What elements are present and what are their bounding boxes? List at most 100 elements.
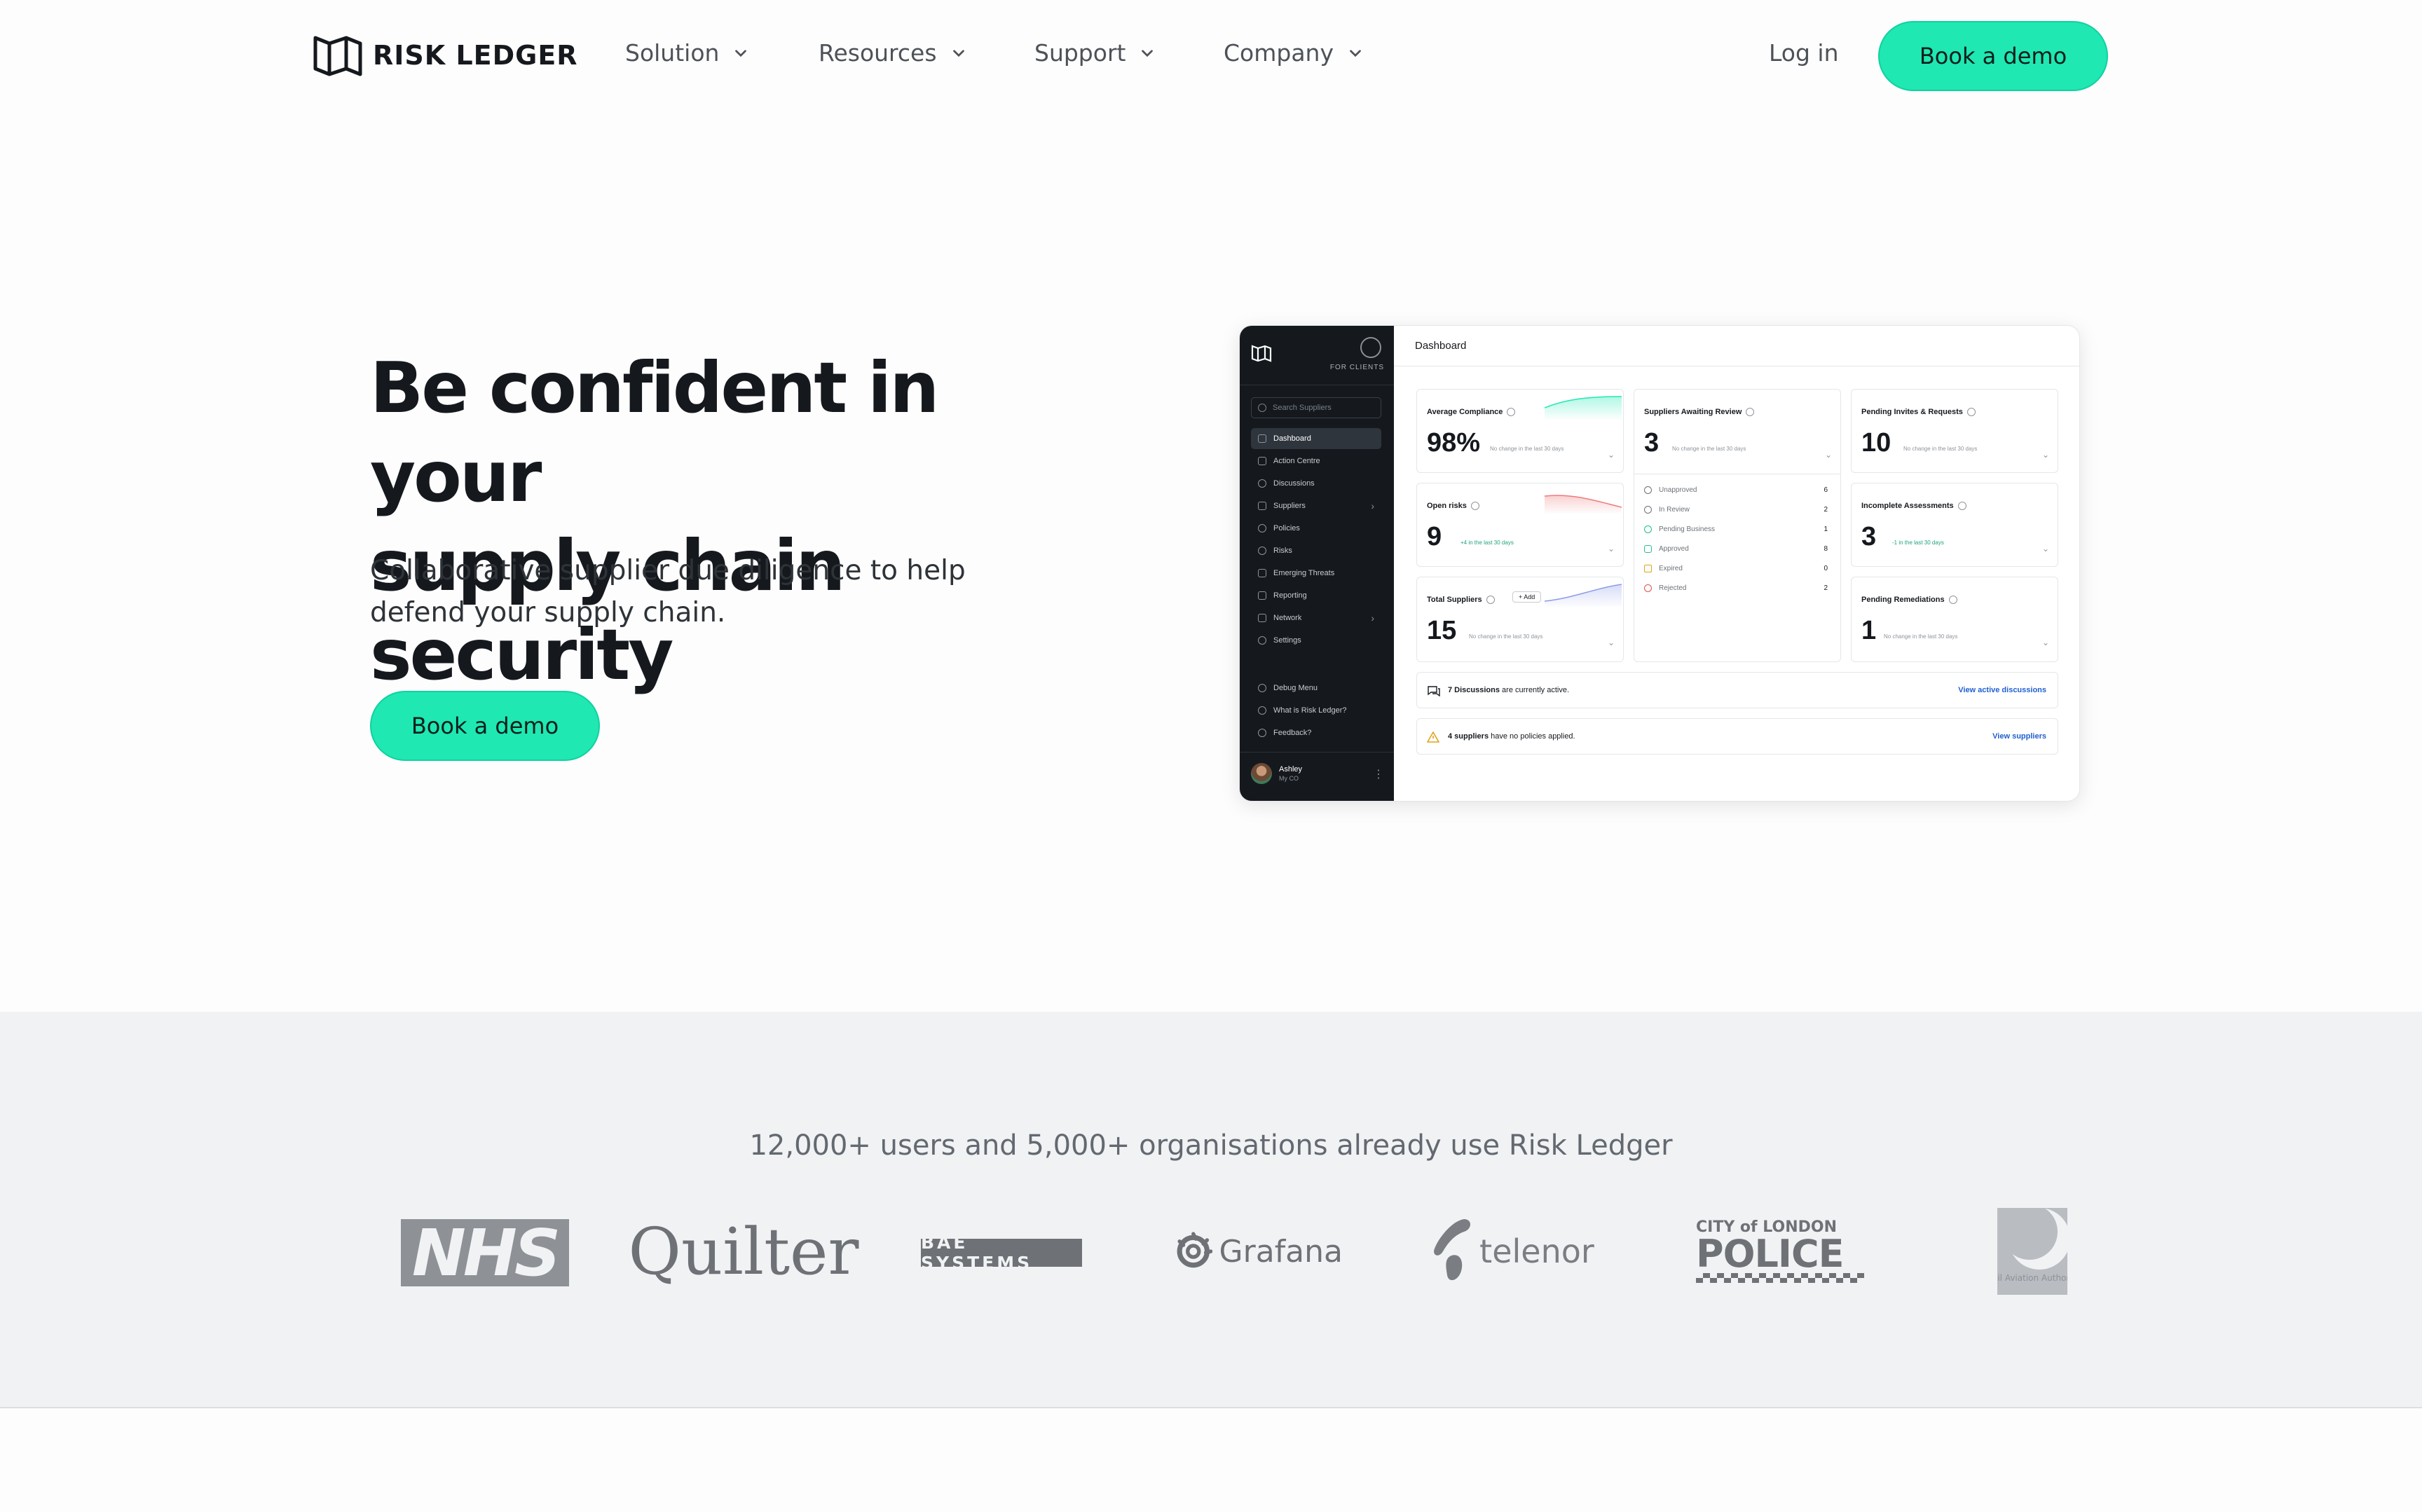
chevron-down-icon: ⌄	[1607, 450, 1615, 460]
dashboard-header: Dashboard	[1394, 326, 2079, 366]
globe-icon	[1258, 524, 1266, 532]
discussions-text: 7 Discussions are currently active.	[1448, 686, 1570, 694]
feedback-icon	[1258, 729, 1266, 737]
more-vertical-icon[interactable]: ⋮	[1373, 767, 1384, 781]
sidebar-item-settings[interactable]: Settings	[1251, 630, 1381, 651]
sidebar-item-reporting[interactable]: Reporting	[1251, 585, 1381, 606]
hero-title: Be confident in your supply chain securi…	[370, 343, 1113, 699]
status-row-in-review[interactable]: In Review 2	[1644, 506, 1828, 514]
sidebar-item-network[interactable]: Network ›	[1251, 607, 1381, 628]
view-suppliers-link[interactable]: View suppliers	[1992, 732, 2046, 741]
refresh-icon[interactable]	[1360, 337, 1381, 358]
sidebar-item-risks[interactable]: Risks	[1251, 540, 1381, 561]
sidebar-item-dashboard[interactable]: Dashboard	[1251, 428, 1381, 449]
dashboard-sidebar: FOR CLIENTS Search Suppliers Dashboard A…	[1240, 326, 1394, 801]
discussions-banner[interactable]: 7 Discussions are currently active. View…	[1416, 672, 2058, 708]
menu-resources-label: Resources	[819, 39, 937, 67]
sidebar-item-debug-menu[interactable]: Debug Menu	[1251, 678, 1381, 699]
sidebar-item-label: What is Risk Ledger?	[1273, 706, 1347, 715]
status-row-pending-business[interactable]: Pending Business 1	[1644, 525, 1828, 533]
card-average-compliance[interactable]: Average Compliance 98% No change in the …	[1416, 389, 1624, 473]
user-profile[interactable]: Ashley My CO	[1251, 763, 1302, 784]
policies-text: 4 suppliers have no policies applied.	[1448, 732, 1575, 741]
hero-subtitle: Collaborative supplier due diligence to …	[370, 550, 973, 634]
menu-solution[interactable]: Solution	[625, 39, 750, 67]
card-pending-remediations[interactable]: Pending Remediations 1 No change in the …	[1851, 577, 2058, 662]
for-clients-label: FOR CLIENTS	[1329, 364, 1384, 371]
grid-icon	[1258, 434, 1266, 443]
menu-resources[interactable]: Resources	[819, 39, 968, 67]
dashboard-preview: FOR CLIENTS Search Suppliers Dashboard A…	[1239, 325, 2080, 802]
card-value: 3	[1861, 522, 1877, 551]
menu-support-label: Support	[1034, 39, 1126, 67]
help-icon	[1470, 502, 1479, 511]
dashboard-title: Dashboard	[1415, 340, 1467, 352]
card-label: Incomplete Assessments	[1861, 502, 1966, 511]
card-pending-invites[interactable]: Pending Invites & Requests 10 No change …	[1851, 389, 2058, 473]
card-open-risks[interactable]: Open risks 9 +4 in the last 30 days ⌄	[1416, 483, 1624, 567]
gear-icon	[1258, 636, 1266, 645]
sidebar-item-action-centre[interactable]: Action Centre	[1251, 451, 1381, 472]
sidebar-item-label: Settings	[1273, 636, 1301, 645]
login-link[interactable]: Log in	[1769, 39, 1839, 67]
hero-subtitle-line2: defend your supply chain.	[370, 597, 726, 628]
caa-emblem-icon: Civil Aviation Authority	[1997, 1208, 2067, 1295]
card-label: Total Suppliers	[1427, 596, 1495, 605]
card-total-suppliers[interactable]: Total Suppliers + Add 15 No change in th…	[1416, 577, 1624, 662]
help-icon	[1258, 706, 1266, 715]
view-discussions-link[interactable]: View active discussions	[1958, 686, 2046, 694]
quilter-logo: Quilter	[628, 1214, 859, 1289]
card-value: 9	[1427, 522, 1442, 551]
help-icon	[1486, 596, 1495, 605]
card-value: 3	[1644, 428, 1660, 458]
sidebar-item-label: Network	[1273, 614, 1302, 622]
card-note: No change in the last 30 days	[1672, 446, 1746, 452]
status-row-approved[interactable]: Approved 8	[1644, 545, 1828, 553]
sidebar-item-policies[interactable]: Policies	[1251, 518, 1381, 539]
city-of-london-police-logo: CITY of LONDON POLICE	[1689, 1205, 1864, 1298]
suppliers-sparkline	[1545, 584, 1622, 608]
status-icon	[1644, 486, 1652, 494]
sidebar-item-what-is-risk-ledger[interactable]: What is Risk Ledger?	[1251, 700, 1381, 721]
hero-book-demo-button[interactable]: Book a demo	[370, 691, 600, 761]
chevron-down-icon: ⌄	[2041, 638, 2049, 647]
supplier-search-input[interactable]: Search Suppliers	[1251, 397, 1381, 418]
card-incomplete-assessments[interactable]: Incomplete Assessments 3 -1 in the last …	[1851, 483, 2058, 567]
sidebar-item-feedback[interactable]: Feedback?	[1251, 722, 1381, 743]
menu-company-label: Company	[1224, 39, 1334, 67]
status-row-rejected[interactable]: Rejected 2	[1644, 584, 1828, 592]
card-note: No change in the last 30 days	[1903, 446, 1978, 452]
sidebar-item-suppliers[interactable]: Suppliers ›	[1251, 495, 1381, 516]
sidebar-item-label: Dashboard	[1273, 434, 1311, 443]
brand-name: RISK LEDGER	[373, 40, 578, 71]
compliance-sparkline	[1545, 396, 1622, 420]
status-row-expired[interactable]: Expired 0	[1644, 565, 1828, 572]
sidebar-item-emerging-threats[interactable]: Emerging Threats	[1251, 563, 1381, 584]
chat-icon	[1258, 479, 1266, 488]
card-value: 98%	[1427, 428, 1481, 458]
status-row-unapproved[interactable]: Unapproved 6	[1644, 486, 1828, 494]
status-icon	[1644, 545, 1652, 553]
police-bottom-text: POLICE	[1696, 1232, 1845, 1276]
chevron-down-icon: ⌄	[2041, 450, 2049, 460]
card-suppliers-awaiting-review[interactable]: Suppliers Awaiting Review 3 No change in…	[1634, 389, 1841, 662]
status-icon	[1644, 525, 1652, 533]
brand-logo[interactable]: RISK LEDGER	[313, 32, 578, 78]
sidebar-item-discussions[interactable]: Discussions	[1251, 473, 1381, 494]
sidebar-item-label: Risks	[1273, 547, 1292, 555]
sidebar-item-label: Discussions	[1273, 479, 1315, 488]
add-supplier-button[interactable]: + Add	[1512, 591, 1542, 603]
top-nav: RISK LEDGER Solution Resources Support C…	[0, 0, 2422, 112]
avatar	[1251, 763, 1272, 784]
policies-banner[interactable]: 4 suppliers have no policies applied. Vi…	[1416, 718, 2058, 755]
nav-book-demo-button[interactable]: Book a demo	[1878, 21, 2108, 91]
card-note: No change in the last 30 days	[1884, 633, 1958, 640]
menu-support[interactable]: Support	[1034, 39, 1156, 67]
share-icon	[1258, 502, 1266, 510]
menu-company[interactable]: Company	[1224, 39, 1364, 67]
help-icon	[1507, 408, 1516, 417]
help-icon	[1966, 408, 1976, 417]
sidebar-item-label: Action Centre	[1273, 457, 1320, 465]
sidebar-item-label: Suppliers	[1273, 502, 1306, 510]
telenor-propeller-icon	[1434, 1219, 1471, 1281]
